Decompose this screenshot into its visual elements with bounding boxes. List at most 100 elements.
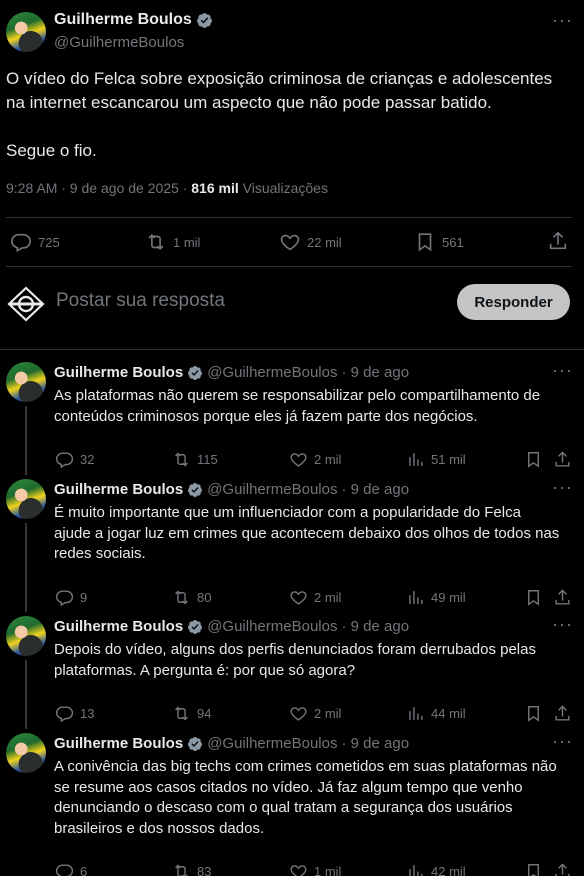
thread-author-name[interactable]: Guilherme Boulos — [54, 735, 183, 752]
thread-tweet-time[interactable]: · 9 de ago — [341, 481, 409, 498]
thread-author-handle[interactable]: @GuilhermeBoulos — [207, 364, 337, 381]
reply-icon — [11, 233, 31, 253]
like-button[interactable]: 22 mil — [279, 231, 342, 253]
like-button[interactable]: 2 mil — [289, 450, 341, 469]
retweet-button[interactable]: 1 mil — [145, 231, 200, 253]
share-button[interactable] — [553, 588, 572, 607]
retweet-icon — [175, 590, 188, 604]
share-button[interactable] — [553, 450, 572, 469]
reply-input[interactable]: Postar sua resposta — [56, 290, 225, 312]
thread-text-line: redes sociais. — [54, 545, 146, 562]
reply-icon — [55, 452, 74, 469]
share-button[interactable] — [547, 230, 569, 252]
share-icon — [555, 705, 570, 721]
reply-button[interactable]: 9 — [55, 588, 87, 607]
more-options-icon[interactable]: ··· — [552, 10, 573, 31]
thread-author-handle[interactable]: @GuilhermeBoulos — [207, 481, 337, 498]
thread-tweet-header: Guilherme Boulos @GuilhermeBoulos · 9 de… — [54, 735, 409, 752]
like-button[interactable]: 2 mil — [289, 704, 341, 723]
bookmark-button[interactable] — [524, 704, 543, 723]
heart-icon — [290, 453, 307, 467]
reply-submit-button[interactable]: Responder — [457, 284, 570, 320]
more-options-icon[interactable]: ··· — [552, 360, 573, 381]
main-text-line: Segue o fio. — [6, 141, 97, 160]
views-icon — [409, 865, 423, 876]
views-button[interactable]: 44 mil — [406, 704, 466, 723]
heart-icon — [290, 590, 307, 605]
reply-button[interactable]: 32 — [55, 450, 94, 469]
main-text-line: O vídeo do Felca sobre exposição crimino… — [6, 69, 553, 88]
bookmark-icon — [528, 706, 539, 722]
thread-avatar[interactable] — [6, 616, 46, 656]
reply-icon — [55, 706, 74, 723]
main-tweet-text: O vídeo do Felca sobre exposição crimino… — [6, 67, 578, 163]
thread-avatar[interactable] — [6, 733, 46, 773]
divider — [0, 349, 584, 350]
main-author-name[interactable]: Guilherme Boulos — [54, 11, 213, 29]
views-icon — [409, 590, 423, 604]
views-button[interactable]: 42 mil — [406, 862, 466, 876]
share-button[interactable] — [553, 704, 572, 723]
more-options-icon[interactable]: ··· — [552, 614, 573, 635]
current-user-avatar[interactable] — [6, 284, 46, 324]
main-text-line: na internet escancarou um aspecto que nã… — [6, 93, 492, 112]
retweet-icon — [175, 864, 188, 876]
like-button[interactable]: 2 mil — [289, 588, 341, 607]
thread-text-line: plataformas. A pergunta é: por que só ag… — [54, 661, 356, 679]
retweet-button[interactable]: 80 — [172, 588, 211, 607]
retweet-button[interactable]: 115 — [172, 450, 218, 469]
share-icon — [555, 863, 570, 876]
like-button[interactable]: 1 mil — [289, 862, 341, 876]
share-button[interactable] — [553, 862, 572, 876]
thread-tweet-text: A conivência das big techs com crimes co… — [54, 757, 579, 839]
views-button[interactable]: 51 mil — [406, 450, 466, 469]
thread-connector — [25, 660, 27, 729]
thread-author-handle[interactable]: @GuilhermeBoulos — [207, 735, 337, 752]
bookmark-button[interactable] — [524, 862, 543, 876]
more-options-icon[interactable]: ··· — [552, 731, 573, 752]
reply-button[interactable]: 13 — [55, 704, 94, 723]
more-options-icon[interactable]: ··· — [552, 477, 573, 498]
bookmark-button[interactable] — [524, 450, 543, 469]
reply-icon — [55, 589, 74, 606]
thread-avatar[interactable] — [6, 362, 46, 402]
thread-tweet-time[interactable]: · 9 de ago — [341, 735, 409, 752]
thread-tweet-header: Guilherme Boulos @GuilhermeBoulos · 9 de… — [54, 481, 409, 498]
thread-text-line: brasileiros e dos nossos dados. — [54, 819, 265, 837]
divider — [6, 266, 572, 267]
thread-tweet-text: É muito importante que um influenciador … — [54, 503, 579, 565]
thread-text-line: É muito importante que um influenciador … — [54, 504, 521, 521]
retweet-button[interactable]: 83 — [172, 862, 211, 876]
thread-text-line: se resume aos casos citados no vídeo. Já… — [54, 778, 523, 796]
thread-author-name[interactable]: Guilherme Boulos — [54, 618, 183, 635]
views-button[interactable]: 49 mil — [406, 588, 466, 607]
thread-tweet-time[interactable]: · 9 de ago — [341, 364, 409, 381]
thread-tweet-time[interactable]: · 9 de ago — [341, 618, 409, 635]
views-icon — [409, 453, 423, 466]
thread-avatar[interactable] — [6, 479, 46, 519]
bookmark-button[interactable]: 561 — [414, 231, 464, 253]
thread-text-line: Depois do vídeo, alguns dos perfis denun… — [54, 641, 536, 658]
verified-badge-icon — [188, 619, 203, 634]
thread-author-name[interactable]: Guilherme Boulos — [54, 481, 183, 498]
verified-badge-icon — [188, 482, 203, 497]
views-label: Visualizações — [238, 180, 328, 196]
retweet-icon — [175, 452, 188, 467]
thread-author-handle[interactable]: @GuilhermeBoulos — [207, 618, 337, 635]
thread-author-name[interactable]: Guilherme Boulos — [54, 364, 183, 381]
bookmark-button[interactable] — [524, 588, 543, 607]
thread-text-line: As plataformas não querem se responsabil… — [54, 387, 541, 404]
user-logo-icon — [7, 286, 45, 322]
thread-tweet-text: Depois do vídeo, alguns dos perfis denun… — [54, 640, 579, 681]
main-author-handle[interactable]: @GuilhermeBoulos — [54, 34, 184, 51]
retweet-button[interactable]: 94 — [172, 704, 211, 723]
reply-button[interactable]: 725 — [10, 231, 60, 253]
heart-icon — [290, 865, 307, 876]
thread-text-line: denunciando o descaso com o qual tratam … — [54, 799, 513, 816]
timestamp[interactable]: 9:28 AM · 9 de ago de 2025 · — [6, 180, 191, 196]
reply-button[interactable]: 6 — [55, 862, 87, 876]
retweet-icon — [148, 233, 164, 251]
main-avatar[interactable] — [6, 12, 46, 52]
reply-icon — [55, 864, 74, 876]
views-icon — [409, 707, 423, 720]
